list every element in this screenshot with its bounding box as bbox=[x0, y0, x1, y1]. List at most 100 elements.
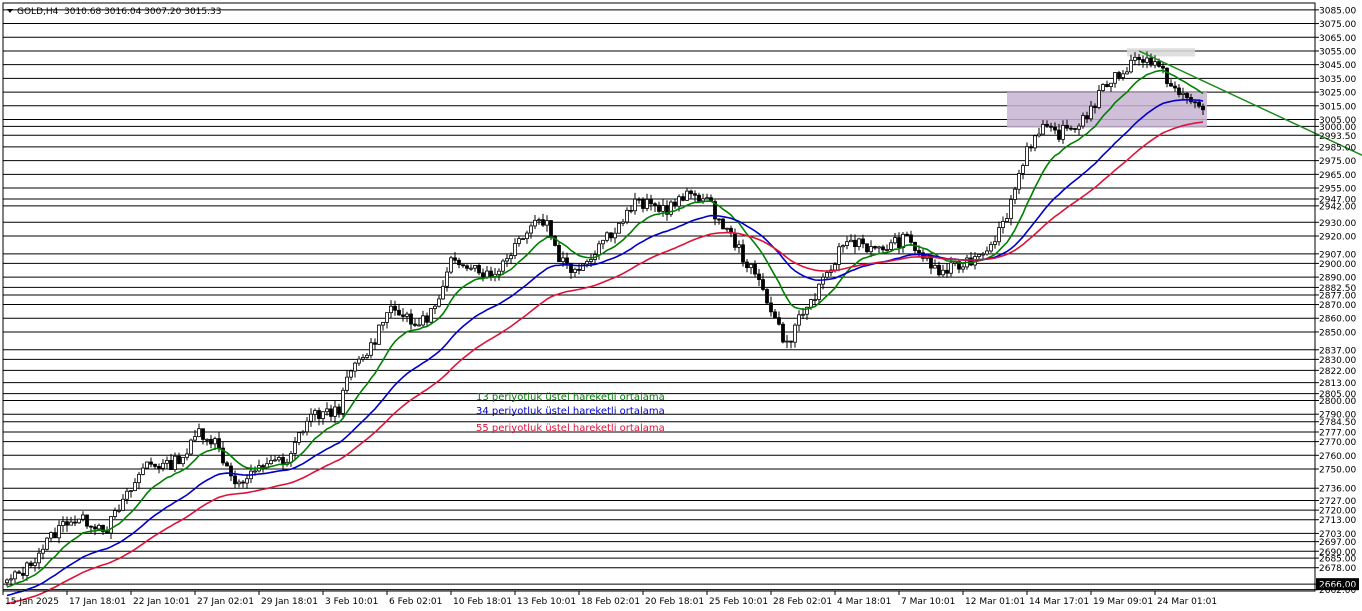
candle-body bbox=[1105, 84, 1109, 87]
candle-body bbox=[1049, 125, 1053, 128]
candle-body bbox=[825, 272, 829, 278]
price-level-label: 3015.00 bbox=[1319, 102, 1356, 112]
time-label: 14 Mar 17:01 bbox=[1029, 597, 1089, 607]
candle-body bbox=[537, 219, 541, 222]
candle-body bbox=[1097, 90, 1101, 108]
candle-body bbox=[937, 265, 941, 276]
legend-ema-13: 13 periyotluk üstel hareketli ortalama bbox=[476, 392, 665, 403]
candle-body bbox=[201, 428, 205, 440]
candle-body bbox=[1121, 73, 1125, 78]
candle-body bbox=[705, 197, 709, 200]
candle-body bbox=[193, 436, 197, 441]
candle-body bbox=[65, 521, 69, 526]
candle-body bbox=[733, 232, 737, 248]
candle-body bbox=[361, 357, 365, 360]
candle-body bbox=[1057, 129, 1061, 140]
candle-body bbox=[1197, 101, 1201, 107]
candle-body bbox=[885, 249, 889, 251]
candle-body bbox=[125, 490, 129, 500]
candle-body bbox=[1181, 92, 1185, 95]
candle-body bbox=[1033, 135, 1037, 149]
candle-body bbox=[417, 324, 421, 327]
candle-body bbox=[613, 232, 617, 239]
candle-body bbox=[1173, 85, 1177, 89]
price-level-label: 2837.00 bbox=[1319, 346, 1356, 356]
zone-rectangle bbox=[1007, 92, 1207, 128]
candle-body bbox=[689, 190, 693, 195]
price-level-label: 2877.00 bbox=[1319, 291, 1356, 301]
candle-body bbox=[773, 311, 777, 319]
candle-body bbox=[365, 354, 369, 358]
candle-body bbox=[513, 243, 517, 256]
zone-rectangle bbox=[1127, 48, 1195, 57]
candle-body bbox=[905, 233, 909, 236]
candle-body bbox=[225, 462, 229, 467]
candle-body bbox=[1073, 128, 1077, 130]
candle-body bbox=[1109, 82, 1113, 87]
candle-body bbox=[297, 432, 301, 443]
candle-body bbox=[1117, 72, 1121, 78]
time-label: 18 Feb 02:01 bbox=[581, 597, 640, 607]
candle-body bbox=[1081, 115, 1085, 127]
candle-body bbox=[45, 537, 49, 550]
candle-body bbox=[881, 246, 885, 251]
candle-body bbox=[1177, 87, 1181, 95]
candle-body bbox=[701, 198, 705, 202]
candle-body bbox=[725, 227, 729, 230]
candle-body bbox=[189, 439, 193, 455]
candle-body bbox=[1041, 123, 1045, 135]
candle-body bbox=[789, 340, 793, 343]
time-label: 24 Mar 01:01 bbox=[1157, 597, 1217, 607]
candle-body bbox=[661, 205, 665, 212]
candle-body bbox=[77, 518, 81, 524]
candle-body bbox=[425, 315, 429, 323]
candle-body bbox=[693, 193, 697, 196]
candle-body bbox=[761, 279, 765, 290]
candle-body bbox=[293, 441, 297, 454]
candle-body bbox=[325, 408, 329, 413]
candle-body bbox=[545, 220, 549, 226]
candle-body bbox=[1201, 105, 1205, 111]
candle-body bbox=[301, 431, 305, 434]
candle-body bbox=[785, 340, 789, 343]
candle-body bbox=[601, 239, 605, 245]
candle-body bbox=[197, 428, 201, 438]
candle-body bbox=[393, 305, 397, 311]
candle-body bbox=[765, 289, 769, 304]
ema-line bbox=[6, 121, 1204, 605]
candle-body bbox=[1089, 105, 1093, 120]
price-level-label: 2750.00 bbox=[1319, 466, 1356, 476]
candle-body bbox=[1017, 173, 1021, 190]
candle-body bbox=[409, 313, 413, 325]
candle-body bbox=[153, 463, 157, 467]
time-label: 17 Jan 18:01 bbox=[69, 597, 126, 607]
price-level-label: 2907.00 bbox=[1319, 250, 1356, 260]
price-level-label: 2930.00 bbox=[1319, 219, 1356, 229]
candle-body bbox=[185, 453, 189, 458]
time-label: 19 Mar 09:01 bbox=[1093, 597, 1153, 607]
candle-body bbox=[1153, 61, 1157, 66]
candle-body bbox=[229, 465, 233, 477]
candle-body bbox=[629, 209, 633, 212]
candle-body bbox=[165, 460, 169, 464]
candle-body bbox=[1021, 165, 1025, 174]
dropdown-triangle-icon[interactable] bbox=[7, 9, 13, 13]
candle-body bbox=[797, 314, 801, 326]
candle-body bbox=[401, 314, 405, 317]
candle-body bbox=[97, 524, 101, 530]
candle-body bbox=[329, 408, 333, 417]
candle-body bbox=[877, 246, 881, 249]
price-level-label: 2985.00 bbox=[1319, 143, 1356, 153]
time-label: 6 Feb 02:01 bbox=[389, 597, 442, 607]
time-label: 22 Jan 10:01 bbox=[133, 597, 190, 607]
price-level-label: 3045.00 bbox=[1319, 61, 1356, 71]
candle-body bbox=[169, 460, 173, 471]
candle-body bbox=[317, 410, 321, 419]
candle-body bbox=[853, 239, 857, 247]
candle-body bbox=[5, 579, 9, 584]
candle-body bbox=[245, 478, 249, 484]
price-level-label: 2777.00 bbox=[1319, 429, 1356, 439]
candle-body bbox=[873, 246, 877, 249]
zones bbox=[1007, 48, 1207, 128]
price-level-label: 3025.00 bbox=[1319, 89, 1356, 99]
